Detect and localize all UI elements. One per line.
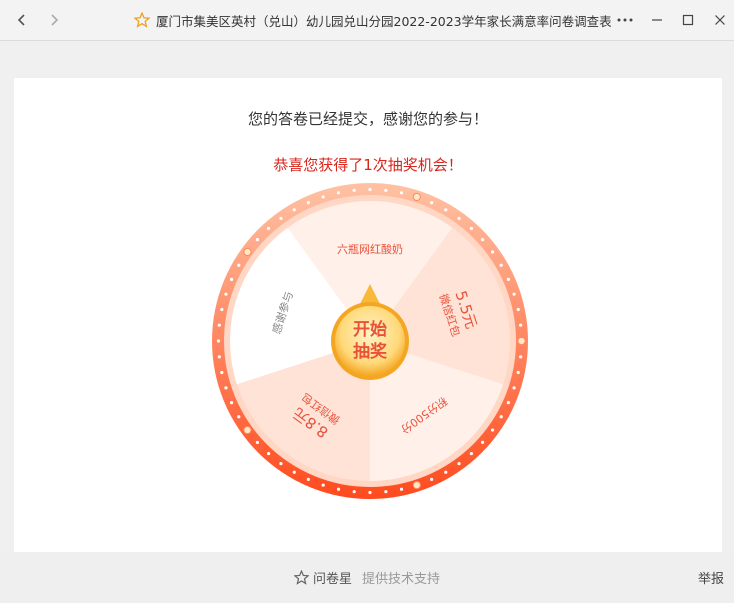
wheel-light [506,277,511,281]
wheel-light [224,292,228,296]
wheel-light [321,195,325,199]
wheel-light [306,477,310,482]
minimize-button[interactable] [644,7,670,33]
wheel-segment-label: 六瓶网红酸奶 [337,242,403,256]
wheel-light [243,425,252,435]
wheel-light [243,247,252,257]
wheel-light [516,307,520,312]
wheel-light [430,200,434,205]
wheel-light [499,263,503,267]
maximize-button[interactable] [675,7,701,33]
wheel-light [336,191,341,195]
wheel-light [321,483,325,487]
wheel-light [512,292,516,296]
maximize-icon [682,14,694,26]
wheel-light [430,477,434,482]
start-button-face [335,306,405,376]
wheel-light [384,188,388,192]
wheel-light [512,386,516,390]
wheel-light [444,470,448,474]
wheel-light [457,461,461,466]
wheel-light [490,250,495,254]
brand-name: 问卷星 [313,572,353,587]
lottery-wheel: 六瓶网红酸奶5.5元微信红包积分500分8.8元微信红包感谢参与 开始 抽奖 [212,183,528,499]
wheel-light [306,200,310,205]
window-title-area: 厦门市集美区英村（兑山）幼儿园兑山分园2022-2023学年家长满意率问卷调查表 [134,0,612,40]
start-button-label-1: 开始 [353,319,387,340]
window-title: 厦门市集美区英村（兑山）幼儿园兑山分园2022-2023学年家长满意率问卷调查表 [156,13,612,29]
thanks-message: 您的答卷已经提交，感谢您的参与！ [247,110,488,128]
forward-button[interactable] [42,8,66,32]
wheel-light [444,208,448,212]
wheel-light [457,216,461,221]
wheel-light [279,461,283,466]
brand-credit[interactable]: 问卷星 提供技术支持 [294,568,440,587]
chevron-left-icon [17,14,25,26]
wheel-light [237,263,241,267]
start-button-label-2: 抽奖 [353,341,388,362]
browser-titlebar: 厦门市集美区英村（兑山）幼儿园兑山分园2022-2023学年家长满意率问卷调查表 [0,0,734,41]
wheel-light [267,451,271,456]
segment-prize-text: 六瓶网红酸奶 [337,242,403,256]
close-button[interactable] [707,7,733,33]
wheel-light [506,401,511,405]
wheel-light [229,277,234,281]
wheel-light [229,401,234,405]
wheel-light [237,415,241,419]
wheel-light [469,226,473,231]
prize-message: 恭喜您获得了1次抽奖机会！ [273,156,463,174]
wheel-light [516,370,520,375]
wheel-light [279,216,283,221]
wheel-light [499,415,503,419]
wheel-light [384,490,388,494]
wheel-light [412,480,421,490]
wheel-light [224,386,228,390]
wheel-light [412,192,421,202]
wheel-light [292,470,296,474]
wheel-light [220,370,224,375]
star-logo-icon [294,570,309,585]
wheel-light [352,188,356,192]
more-options-button[interactable] [612,7,638,33]
wheel-light [217,323,221,327]
wheel-light [368,187,372,192]
wheel-light [480,440,485,444]
wheel-light [255,440,260,444]
star-favorite-icon[interactable] [134,12,150,28]
wheel-light [336,487,341,491]
wheel-light [480,238,485,242]
minimize-icon [652,19,662,21]
more-dots-icon [617,18,633,22]
close-icon [715,15,725,25]
wheel-light [216,339,221,343]
page-footer: 问卷星 提供技术支持 举报 [0,552,734,603]
wheel-light [352,490,356,494]
wheel-light [517,336,526,346]
wheel-light [368,490,372,495]
wheel-light [217,355,221,359]
wheel-light [469,451,473,456]
report-link[interactable]: 举报 [698,568,724,587]
chevron-right-icon [51,14,59,26]
wheel-light [399,191,404,195]
wheel-light [267,226,271,231]
wheel-light [399,487,404,491]
wheel-light [519,323,523,327]
wheel-light [220,307,224,312]
wheel-light [519,355,523,359]
wheel-light [255,238,260,242]
survey-complete-card: 您的答卷已经提交，感谢您的参与！ 恭喜您获得了1次抽奖机会！ 六瓶网红酸奶 5.5… [14,78,722,552]
wheel-light [490,428,495,432]
brand-support-text: 提供技术支持 [362,572,441,587]
wheel-light [292,208,296,212]
back-button[interactable] [10,8,34,32]
